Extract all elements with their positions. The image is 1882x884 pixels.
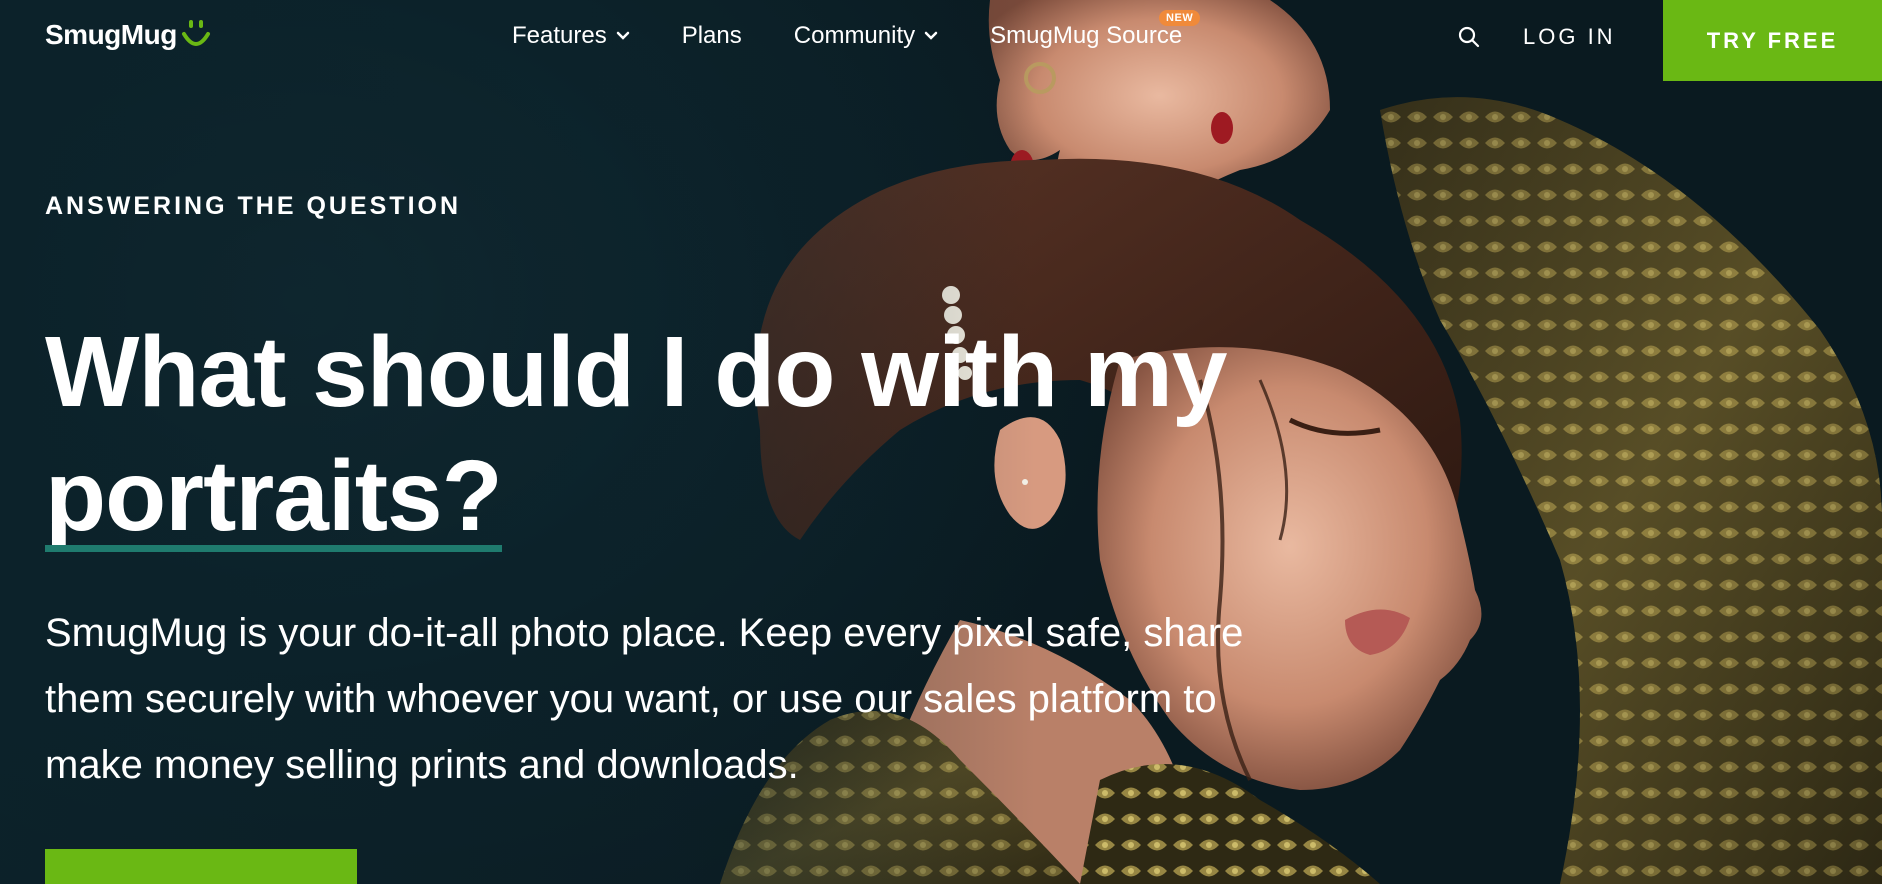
smiley-logo-icon [181, 20, 210, 46]
hero-eyebrow: ANSWERING THE QUESTION [45, 192, 462, 220]
chevron-down-icon [924, 31, 938, 40]
nav-item-label: Features [512, 22, 607, 49]
search-icon[interactable] [1458, 26, 1480, 48]
login-link[interactable]: LOG IN [1523, 24, 1616, 50]
headline-highlight: portraits? [45, 434, 503, 558]
logo-text: SmugMug [45, 19, 177, 50]
hero-headline: What should I do with my portraits? [45, 310, 1445, 558]
nav-item-plans[interactable]: Plans [682, 22, 742, 50]
nav-item-label: Community [793, 22, 916, 49]
new-badge: NEW [1159, 10, 1201, 26]
top-navigation: SmugMug Features Plans Community SmugMug… [0, 0, 1882, 81]
smugmug-logo[interactable]: SmugMug [45, 18, 211, 52]
nav-item-label: SmugMug Source [990, 22, 1183, 49]
hero-section: SmugMug Features Plans Community SmugMug… [0, 0, 1882, 884]
hero-subcopy: SmugMug is your do-it-all photo place. K… [45, 611, 1244, 787]
chevron-down-icon [616, 31, 629, 40]
try-free-button[interactable]: TRY FREE [1663, 0, 1882, 81]
nav-item-features[interactable]: Features [512, 22, 630, 50]
nav-item-community[interactable]: Community [794, 22, 938, 50]
nav-item-smugmug-source[interactable]: SmugMug Source NEW [990, 10, 1201, 50]
headline-line-1: What should I do with my [45, 316, 1227, 428]
nav-item-label: Plans [681, 22, 742, 49]
nav-links: Features Plans Community SmugMug Source … [512, 10, 1234, 50]
hero-cta-button[interactable] [45, 849, 357, 884]
